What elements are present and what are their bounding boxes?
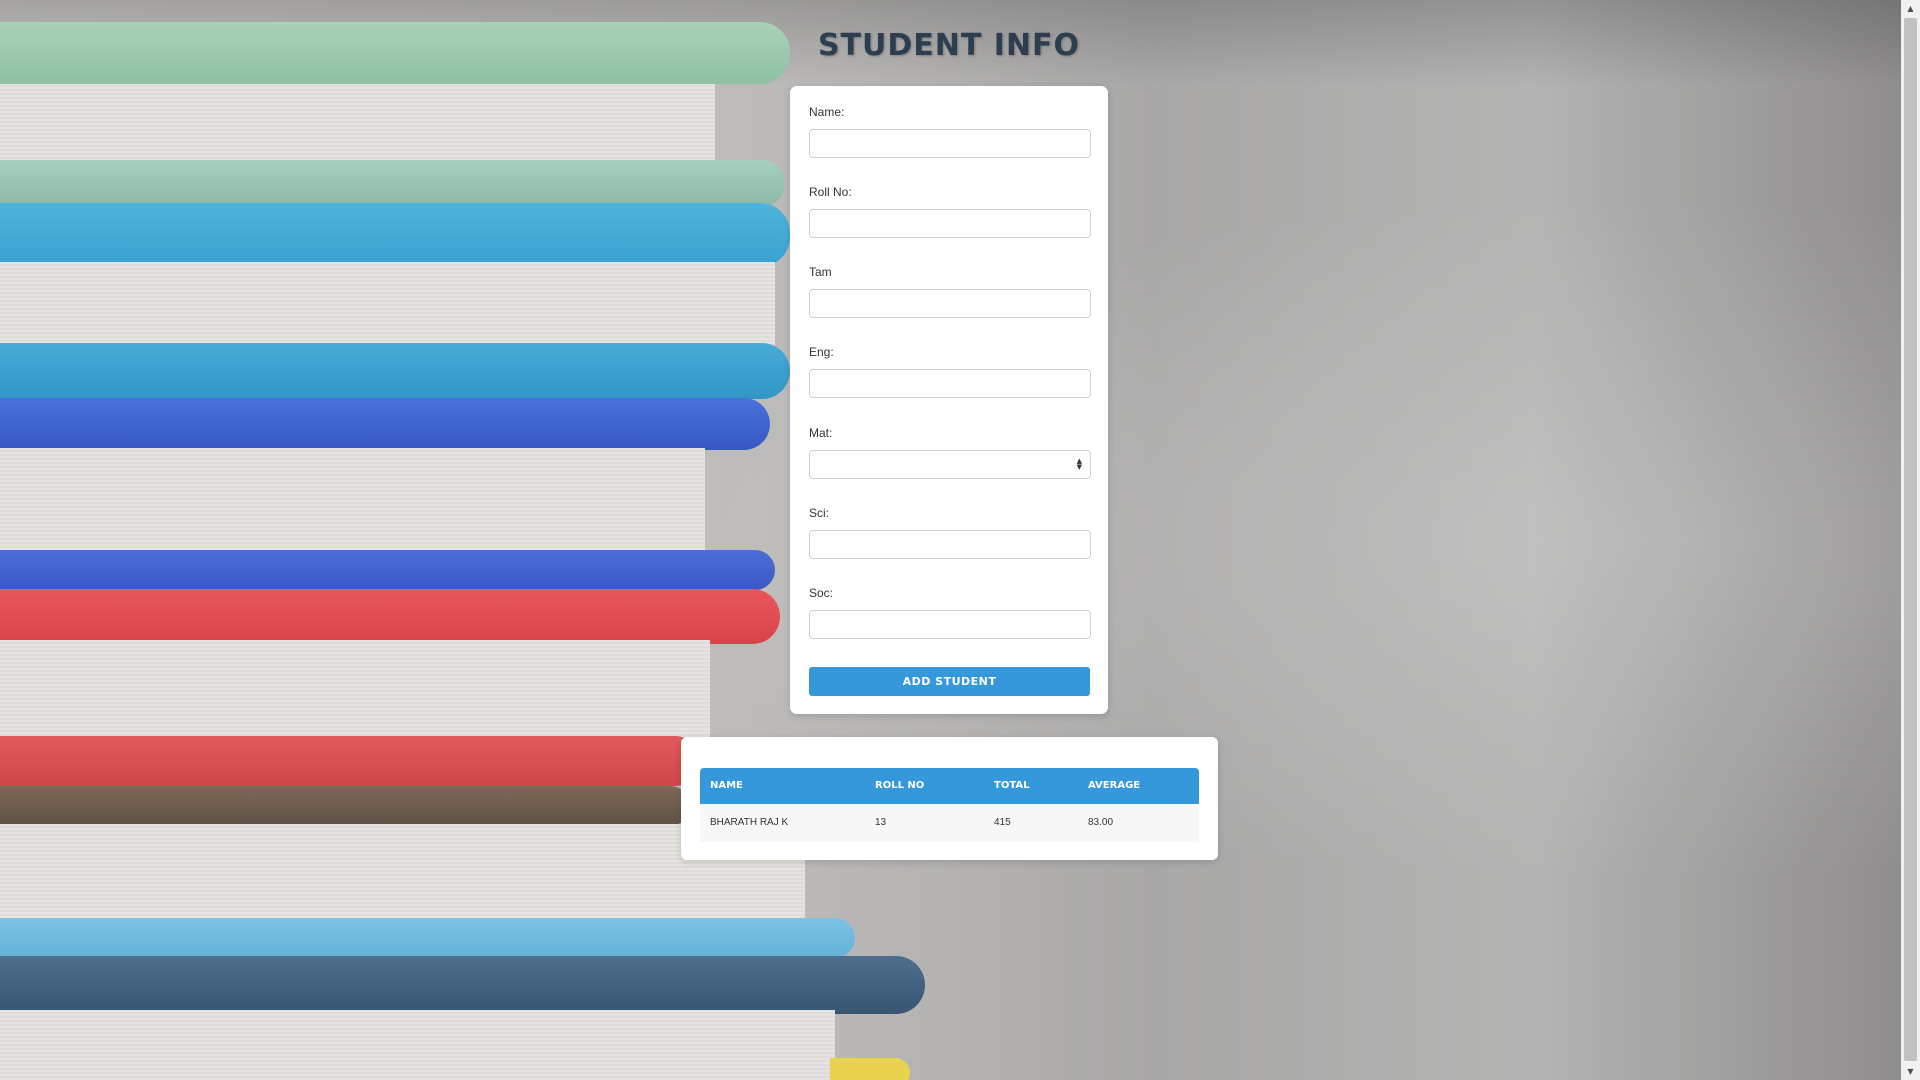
name-input[interactable] <box>809 129 1091 158</box>
tamil-label: Tam <box>809 265 832 279</box>
tamil-input[interactable] <box>809 289 1091 318</box>
social-field-group: Soc: <box>809 586 1091 639</box>
header-roll-no: ROLL NO <box>875 780 925 791</box>
scroll-down-icon[interactable]: ▼ <box>1901 1063 1920 1080</box>
name-label: Name: <box>809 105 845 119</box>
cell-average: 83.00 <box>1088 817 1114 828</box>
english-label: Eng: <box>809 345 834 359</box>
vertical-scrollbar[interactable]: ▲ ▼ <box>1901 0 1920 1080</box>
science-field-group: Sci: <box>809 506 1091 559</box>
scroll-thumb[interactable] <box>1904 18 1917 1061</box>
spinner-arrows-icon[interactable]: ▲ ▼ <box>1077 458 1082 471</box>
english-field-group: Eng: <box>809 345 1091 398</box>
tamil-field-group: Tam <box>809 265 1091 318</box>
student-form: Name: Roll No: Tam Eng: Mat: ▲ ▼ Sci: Soc… <box>790 86 1108 714</box>
header-average: AVERAGE <box>1088 780 1141 791</box>
header-name: NAME <box>710 780 743 791</box>
maths-field-group: Mat: ▲ ▼ <box>809 426 1091 479</box>
cell-total: 415 <box>994 817 1011 828</box>
cell-name: BHARATH RAJ K <box>710 817 789 828</box>
table-header: NAME ROLL NO TOTAL AVERAGE <box>700 768 1199 804</box>
name-field-group: Name: <box>809 105 1091 158</box>
science-input[interactable] <box>809 530 1091 559</box>
cell-roll-no: 13 <box>875 817 887 828</box>
maths-input[interactable]: ▲ ▼ <box>809 450 1091 479</box>
social-label: Soc: <box>809 586 834 600</box>
roll-no-input[interactable] <box>809 209 1091 238</box>
add-student-button[interactable]: ADD STUDENT <box>809 667 1090 696</box>
english-input[interactable] <box>809 369 1091 398</box>
maths-label: Mat: <box>809 426 833 440</box>
page-title: STUDENT INFO <box>817 28 1081 63</box>
header-total: TOTAL <box>994 780 1030 791</box>
scroll-up-icon[interactable]: ▲ <box>1901 0 1920 17</box>
student-table-card: NAME ROLL NO TOTAL AVERAGE BHARATH RAJ K… <box>681 737 1218 860</box>
roll-no-label: Roll No: <box>809 185 852 199</box>
science-label: Sci: <box>809 506 830 520</box>
student-table: NAME ROLL NO TOTAL AVERAGE BHARATH RAJ K… <box>700 768 1199 842</box>
table-row: BHARATH RAJ K 13 415 83.00 <box>700 804 1199 842</box>
roll-no-field-group: Roll No: <box>809 185 1091 238</box>
social-input[interactable] <box>809 610 1091 639</box>
